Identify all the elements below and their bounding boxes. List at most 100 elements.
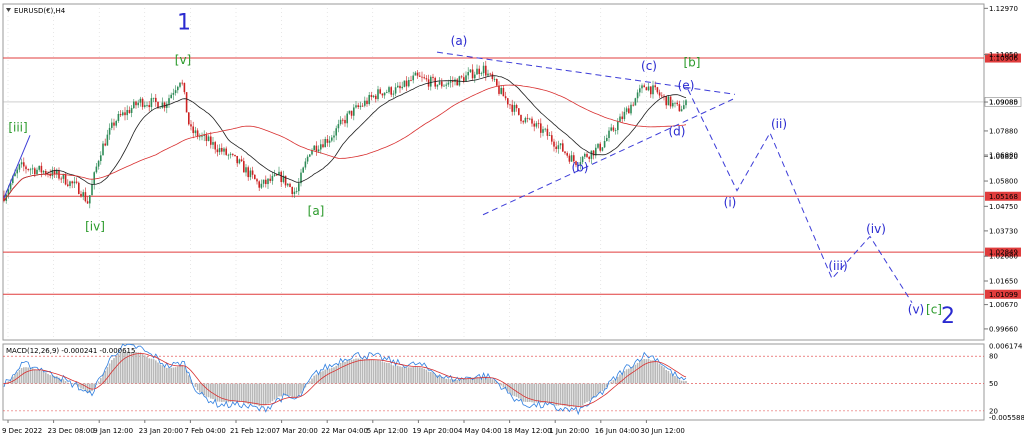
y-tick-label: 1.11050 [989, 51, 1018, 59]
candle-body [392, 93, 395, 95]
candle-body [654, 85, 656, 88]
y-tick-label: 1.06820 [989, 153, 1018, 161]
candle-body [555, 146, 557, 149]
macd-y-tick-label: 80 [989, 353, 998, 361]
wave-label: [iv] [85, 219, 105, 233]
candle-body [474, 74, 476, 79]
x-tick-label: 4 May 04:00 [458, 427, 502, 435]
candle-body [361, 105, 364, 107]
candle-body [89, 195, 91, 204]
candle-body [394, 87, 397, 94]
candle-body [188, 112, 190, 125]
candle-body [271, 175, 274, 181]
candle-body [262, 179, 265, 184]
candle-body [328, 140, 331, 143]
candle-body [606, 137, 608, 141]
candle-body [680, 109, 683, 112]
candle-body [91, 184, 93, 196]
candle-body [293, 191, 296, 195]
y-tick-label: 1.09080 [989, 99, 1018, 107]
x-tick-label: 22 Mar 04:00 [321, 427, 368, 435]
y-tick-label: 1.02680 [989, 253, 1018, 261]
candle-body [102, 143, 104, 156]
candle-body [29, 169, 32, 171]
candle-body [348, 110, 351, 114]
candle-body [658, 92, 661, 96]
candle-body [344, 119, 346, 124]
candle-body [260, 183, 263, 188]
candle-body [366, 100, 368, 104]
candle-body [62, 174, 65, 179]
candle-body [353, 107, 355, 116]
candle-body [170, 94, 172, 99]
level-price-label: 1.01099 [989, 291, 1018, 299]
candle-body [434, 77, 436, 87]
candle-body [548, 135, 551, 137]
candle-body [500, 87, 502, 94]
candle-body [258, 181, 260, 188]
candle-body [515, 105, 518, 109]
candle-body [205, 134, 208, 141]
candle-body [487, 73, 489, 76]
candle-body [643, 85, 645, 88]
chart-root: 1.109061.051681.028491.010991.09085 12[i… [2, 3, 1024, 435]
candle-body [320, 144, 322, 150]
candle-body [557, 145, 560, 149]
candle-body [597, 143, 599, 148]
candle-body [100, 155, 102, 162]
candle-body [234, 154, 236, 156]
candle-body [295, 191, 298, 192]
candle-body [504, 96, 507, 99]
candle-body [155, 97, 157, 102]
candle-body [130, 108, 133, 113]
candle-body [298, 183, 300, 192]
candle-body [309, 154, 311, 157]
candle-body [194, 130, 197, 134]
candle-body [568, 155, 571, 162]
candle-body [599, 143, 601, 151]
candle-body [463, 77, 465, 82]
candle-body [388, 87, 390, 93]
candle-body [645, 87, 648, 91]
candle-body [199, 136, 201, 138]
candle-body [115, 120, 117, 126]
candle-body [38, 165, 40, 170]
candle-body [201, 135, 203, 137]
candle-body [139, 98, 142, 103]
candle-body [509, 104, 511, 106]
macd-y-tick-label: -0.005588 [989, 414, 1024, 422]
candle-body [168, 98, 170, 104]
candle-body [210, 136, 212, 145]
candle-body [537, 123, 540, 125]
x-tick-label: 30 Jun 12:00 [640, 427, 684, 435]
candle-body [67, 184, 69, 186]
candle-body [469, 69, 472, 73]
wave-label: (i) [724, 195, 737, 209]
candle-body [443, 85, 445, 87]
candle-body [148, 105, 150, 108]
candle-body [339, 119, 342, 125]
candle-body [623, 111, 626, 120]
candle-body [150, 98, 153, 108]
candle-body [183, 82, 186, 93]
candle-body [421, 76, 423, 78]
macd-title: MACD(12,26,9) -0.000241 -0.000615 [6, 347, 135, 355]
candle-body [485, 65, 487, 76]
candle-body [636, 92, 639, 99]
candle-body [397, 85, 399, 88]
wave-label: (e) [678, 79, 695, 93]
candle-body [518, 108, 520, 115]
candle-body [111, 122, 113, 128]
candle-body [335, 128, 337, 136]
candle-body [108, 127, 111, 135]
candle-body [227, 154, 230, 156]
candle-body [449, 80, 452, 83]
candle-body [256, 179, 258, 182]
candle-body [625, 108, 628, 112]
wave-label: [c] [926, 303, 942, 317]
candle-body [634, 98, 637, 106]
candle-body [531, 118, 533, 124]
candle-body [467, 72, 469, 76]
candle-body [302, 167, 304, 173]
candle-body [163, 102, 166, 108]
